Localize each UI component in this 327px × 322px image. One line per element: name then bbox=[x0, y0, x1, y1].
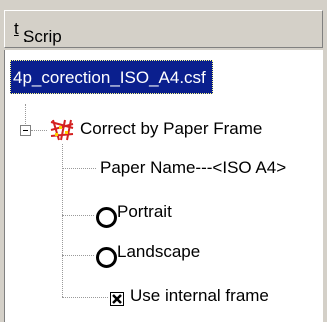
portrait-label[interactable]: Portrait bbox=[117, 202, 172, 222]
tree-node-correct-by-paper-frame[interactable]: Correct by Paper Frame bbox=[80, 119, 262, 139]
landscape-radio[interactable] bbox=[96, 247, 117, 268]
script-file-name: 4p_corection_ISO_A4.csf bbox=[13, 68, 206, 87]
landscape-label[interactable]: Landscape bbox=[117, 242, 200, 262]
tree-node-paper-name[interactable]: Paper Name---<ISO A4> bbox=[100, 158, 286, 178]
use-internal-frame-label[interactable]: Use internal frame bbox=[130, 286, 269, 306]
tree-connector bbox=[62, 215, 94, 216]
script-file-item[interactable]: 4p_corection_ISO_A4.csf bbox=[10, 60, 213, 94]
tree-connector bbox=[25, 104, 26, 124]
tree-connector bbox=[31, 130, 47, 131]
collapse-toggle-icon[interactable] bbox=[20, 125, 31, 136]
tree-connector bbox=[62, 297, 108, 298]
paper-frame-icon bbox=[50, 119, 74, 141]
tree-connector bbox=[62, 255, 94, 256]
checkbox-x-icon bbox=[112, 294, 122, 304]
tree-connector bbox=[62, 168, 96, 169]
use-internal-frame-checkbox[interactable] bbox=[110, 292, 124, 306]
script-label: Scrip t: bbox=[14, 19, 62, 46]
tree-connector bbox=[62, 144, 63, 297]
portrait-radio[interactable] bbox=[96, 207, 117, 228]
script-header: Scrip t: bbox=[4, 10, 323, 48]
